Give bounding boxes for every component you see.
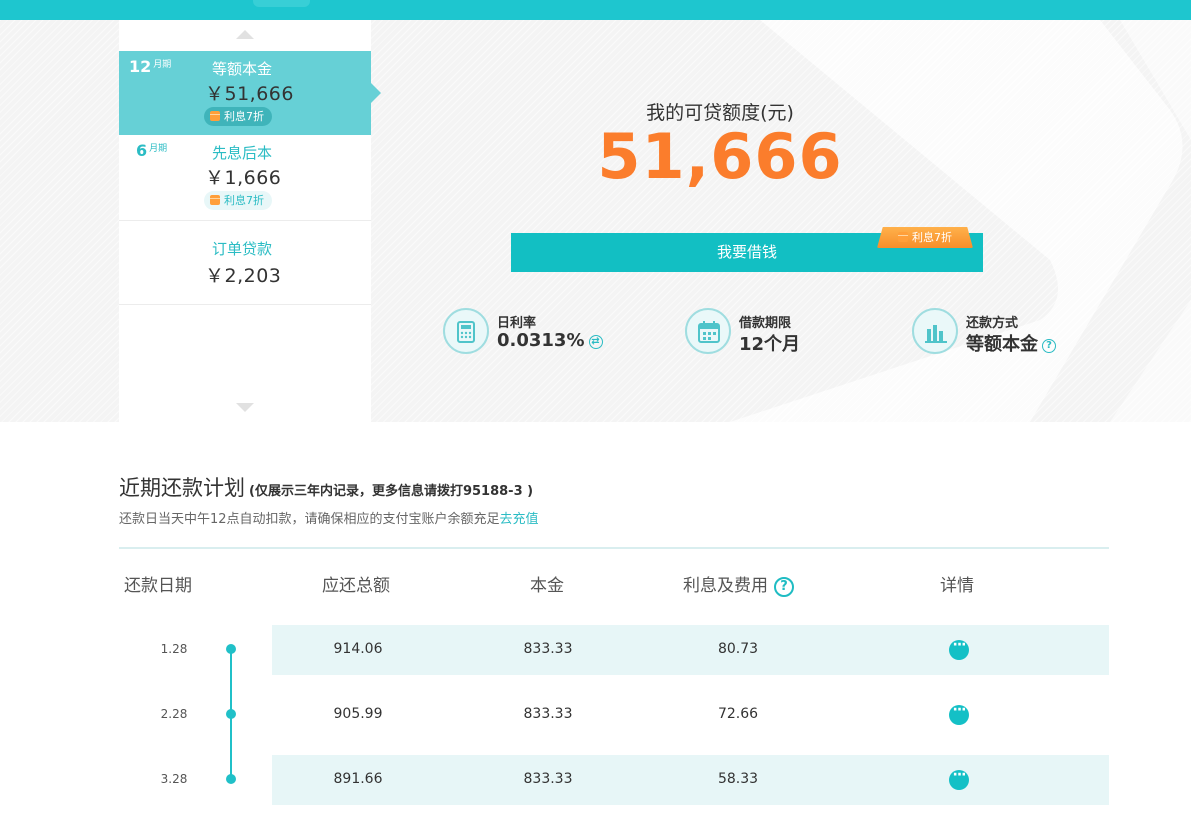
timeline-dot — [226, 709, 236, 719]
plan-name: 先息后本 — [212, 144, 273, 162]
top-bar-tab[interactable] — [253, 0, 310, 7]
daily-rate-stat: 日利率 0.0313% ⇄ — [443, 308, 613, 354]
schedule-tip: 还款日当天中午12点自动扣款，请确保相应的支付宝账户余额充足去充值 — [119, 512, 539, 527]
row-principal: 833.33 — [523, 771, 573, 787]
loan-plan-list: 12 月期 等额本金 ￥51,666 利息7折 6 月期 先息后本 ￥1,666 利… — [119, 20, 381, 422]
gift-icon — [210, 111, 220, 121]
stat-label: 还款方式 — [966, 316, 1019, 331]
row-date: 2.28 — [160, 707, 188, 721]
scroll-up-arrow[interactable] — [236, 30, 254, 39]
plan-amount: ￥2,203 — [205, 265, 282, 287]
top-bar — [0, 0, 1191, 20]
repay-method-stat: 还款方式 等额本金? — [912, 308, 1072, 356]
loan-term-stat: 借款期限 12个月 — [685, 308, 835, 355]
row-principal: 833.33 — [523, 706, 573, 722]
row-interest: 72.66 — [717, 706, 759, 722]
plan-amount: ￥1,666 — [205, 167, 282, 189]
stat-value: 12个月 — [739, 334, 801, 355]
stat-label: 借款期限 — [739, 316, 792, 331]
more-icon[interactable] — [949, 702, 969, 725]
help-icon[interactable]: ? — [1042, 339, 1056, 353]
bar-chart-icon — [912, 308, 958, 354]
discount-badge: 利息7折 — [204, 107, 272, 126]
discount-badge: 利息7折 — [204, 191, 272, 210]
timeline-dot — [226, 644, 236, 654]
row-interest: 58.33 — [717, 771, 759, 787]
loan-overview: 12 月期 等额本金 ￥51,666 利息7折 6 月期 先息后本 ￥1,666 利… — [0, 20, 1191, 422]
calculator-icon — [443, 308, 489, 354]
gift-icon — [898, 232, 908, 242]
row-date: 1.28 — [160, 642, 188, 656]
help-icon[interactable]: ? — [774, 577, 794, 597]
plan-amount: ￥51,666 — [205, 83, 294, 105]
row-interest: 80.73 — [717, 641, 759, 657]
recharge-link[interactable]: 去充值 — [500, 512, 539, 527]
credit-amount: 51,666 — [597, 120, 843, 193]
plan-item-12-months[interactable]: 12 月期 等额本金 ￥51,666 利息7折 — [119, 51, 381, 135]
row-total: 914.06 — [333, 641, 383, 657]
header-date: 还款日期 — [124, 576, 192, 596]
plan-item-6-months[interactable]: 6 月期 先息后本 ￥1,666 利息7折 — [119, 135, 371, 221]
schedule-title: 近期还款计划 (仅展示三年内记录，更多信息请拨打95188-3 ) — [119, 476, 534, 500]
plan-name: 订单贷款 — [212, 240, 273, 258]
row-principal: 833.33 — [523, 641, 573, 657]
borrow-discount-tag: 利息7折 — [877, 227, 973, 248]
timeline-dot — [226, 774, 236, 784]
stat-value: 0.0313% ⇄ — [497, 330, 603, 351]
row-total: 905.99 — [333, 706, 383, 722]
header-total: 应还总额 — [322, 576, 390, 596]
divider — [119, 547, 1109, 549]
scroll-down-arrow[interactable] — [236, 403, 254, 412]
plan-name: 等额本金 — [212, 60, 273, 78]
plan-term: 6 月期 — [136, 141, 168, 160]
stat-label: 日利率 — [497, 316, 537, 331]
row-total: 891.66 — [333, 771, 383, 787]
calendar-icon — [685, 308, 731, 354]
plan-item-order-loan[interactable]: 订单贷款 ￥2,203 — [119, 221, 371, 305]
header-detail: 详情 — [940, 576, 974, 596]
stat-value: 等额本金? — [966, 330, 1056, 356]
row-date: 3.28 — [160, 772, 188, 786]
more-icon[interactable] — [949, 637, 969, 660]
more-icon[interactable] — [949, 767, 969, 790]
schedule-note: (仅展示三年内记录，更多信息请拨打95188-3 ) — [249, 484, 534, 499]
header-principal: 本金 — [530, 576, 564, 596]
gift-icon — [210, 195, 220, 205]
header-interest: 利息及费用? — [683, 571, 794, 597]
plan-term: 12 月期 — [129, 57, 172, 76]
switch-icon[interactable]: ⇄ — [588, 335, 603, 349]
